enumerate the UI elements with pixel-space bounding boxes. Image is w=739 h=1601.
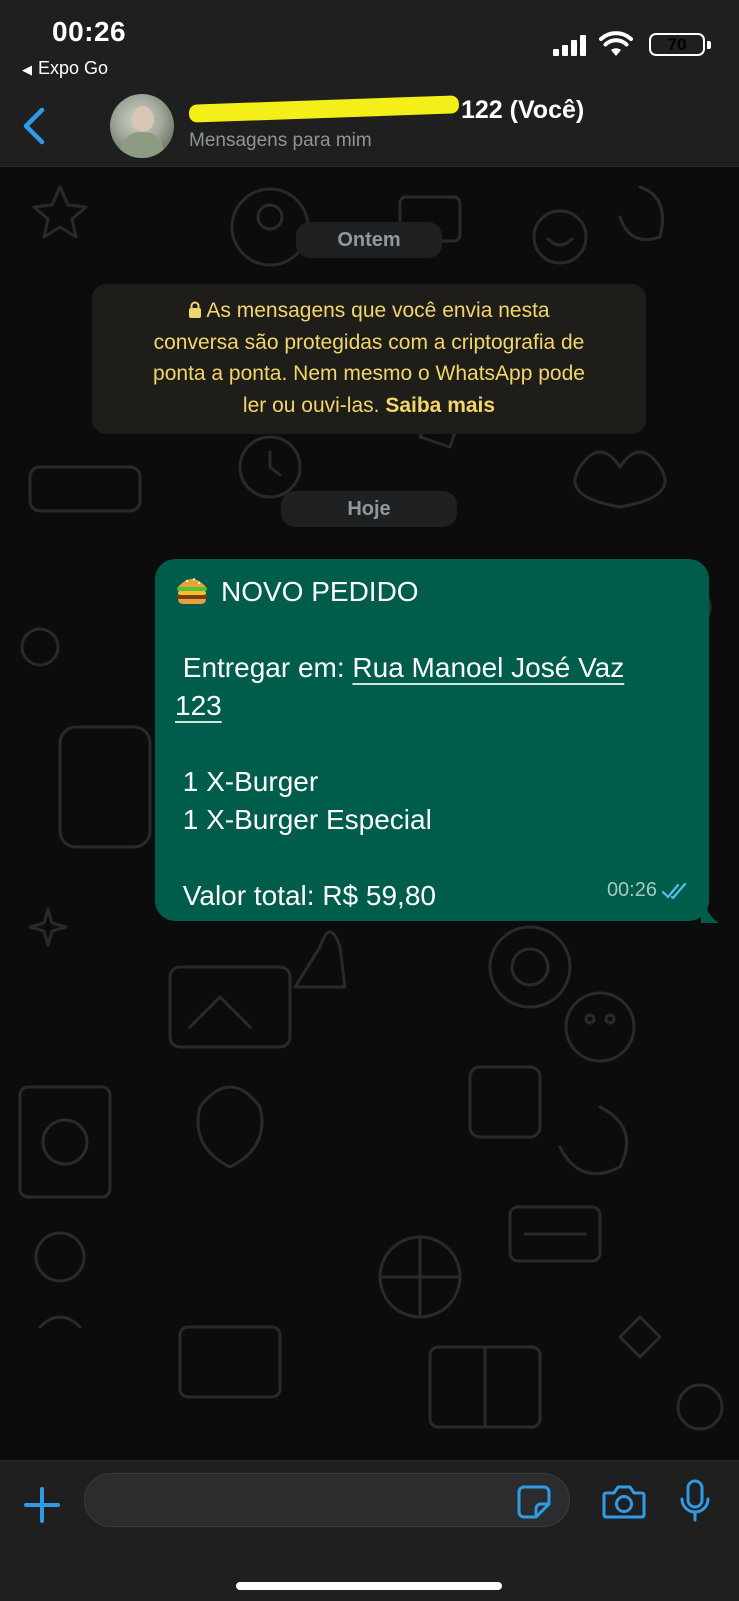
- microphone-icon[interactable]: [678, 1479, 712, 1523]
- message-time: 00:26: [606, 879, 657, 901]
- message-address-line-2: 123: [175, 687, 693, 725]
- encryption-line-1: As mensagens que você envia nesta: [206, 299, 550, 322]
- plus-icon[interactable]: [22, 1485, 62, 1525]
- message-title-line: NOVO PEDIDO: [175, 573, 693, 611]
- date-separator-yesterday: Ontem: [296, 222, 442, 258]
- camera-icon[interactable]: [602, 1483, 646, 1521]
- encryption-line-2: conversa são protegidas com a criptograf…: [153, 330, 585, 354]
- chevron-left-icon[interactable]: [18, 106, 52, 146]
- message-meta: 00:26: [607, 871, 691, 909]
- redaction-mark: [188, 95, 460, 124]
- burger-emoji-icon: [177, 578, 207, 604]
- battery-cap: [707, 41, 711, 49]
- order-item-2: 1 X-Burger Especial: [175, 804, 432, 835]
- order-item-1: 1 X-Burger: [175, 766, 319, 797]
- double-check-icon: [661, 882, 687, 899]
- contact-name[interactable]: 122 (Você): [188, 95, 585, 125]
- status-bar: 00:26 ◀ Expo Go 70: [0, 0, 739, 88]
- learn-more-link[interactable]: Saiba mais: [385, 394, 495, 417]
- address-link-1[interactable]: Rua Manoel José Vaz: [352, 652, 624, 683]
- encryption-line-3: ponta a ponta. Nem mesmo o WhatsApp pode: [153, 362, 585, 385]
- wifi-icon: [599, 31, 633, 56]
- sticker-icon[interactable]: [516, 1484, 552, 1520]
- date-separator-today: Hoje: [281, 491, 457, 527]
- message-blank-1: [175, 611, 693, 649]
- message-composer: [0, 1460, 739, 1601]
- battery-indicator: 70: [649, 33, 705, 56]
- avatar[interactable]: [110, 94, 174, 158]
- message-blank-2: [175, 725, 693, 763]
- battery-level: 70: [667, 35, 687, 54]
- home-indicator[interactable]: [236, 1582, 502, 1590]
- cellular-signal-icon: [553, 34, 587, 56]
- lock-icon: [189, 301, 202, 318]
- message-title: NOVO PEDIDO: [221, 576, 419, 607]
- encryption-line-4: ler ou ouvi-las.: [242, 393, 380, 417]
- status-time: 00:26: [52, 16, 127, 47]
- back-app-label: Expo Go: [38, 58, 109, 78]
- address-link-2[interactable]: 123: [175, 690, 222, 721]
- message-address-line: Entregar em: Rua Manoel José Vaz: [175, 649, 693, 687]
- message-input[interactable]: [84, 1473, 570, 1527]
- chat-header: 122 (Você) Mensagens para mim: [0, 88, 739, 167]
- message-bubble[interactable]: NOVO PEDIDO Entregar em: Rua Manoel José…: [155, 559, 709, 921]
- deliver-label: Entregar em:: [175, 652, 353, 683]
- back-to-app-link[interactable]: ◀ Expo Go: [22, 58, 108, 79]
- contact-subtitle: Mensagens para mim: [189, 130, 372, 151]
- contact-name-text: 122 (Você): [461, 96, 585, 124]
- chat-area[interactable]: Ontem As mensagens que você envia nesta …: [0, 167, 739, 1460]
- bubble-tail: [701, 889, 719, 923]
- back-triangle-icon: ◀: [22, 62, 32, 77]
- encryption-notice[interactable]: As mensagens que você envia nesta conver…: [92, 284, 646, 434]
